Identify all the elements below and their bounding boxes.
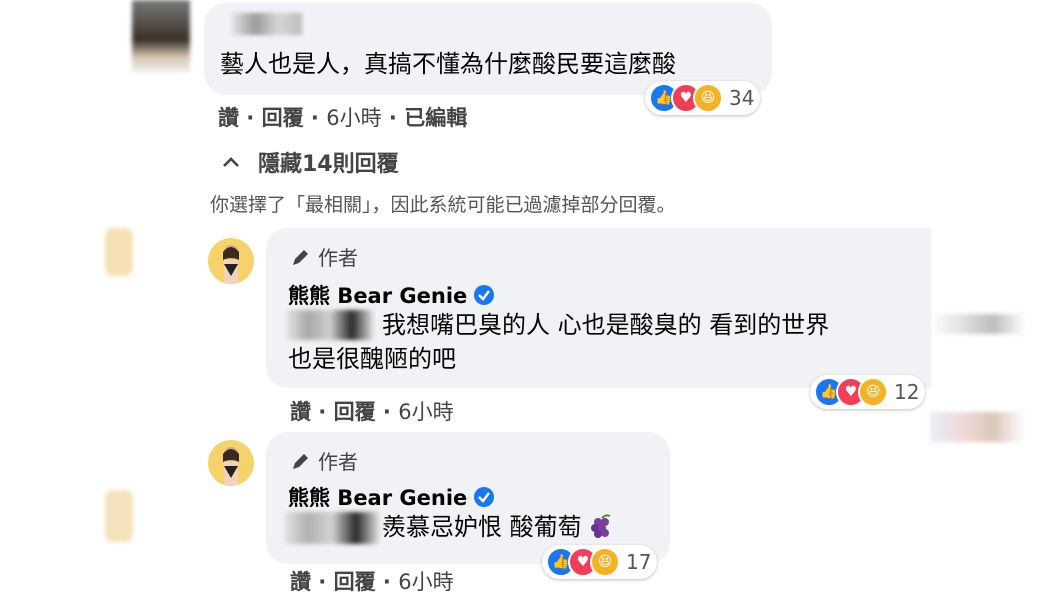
author-tag-label: 作者 <box>318 246 358 270</box>
author-name-row: 熊熊 Bear Genie <box>288 280 495 310</box>
comment-actions: 讚 · 回覆 · 6小時 · 已編輯 <box>218 106 468 130</box>
verified-badge-icon <box>474 487 495 507</box>
timestamp[interactable]: 6小時 <box>326 106 381 130</box>
filter-notice: 你選擇了「最相關」，因此系統可能已過濾掉部分回覆。 <box>210 194 676 216</box>
reply-text: 羨慕忌妒恨 酸葡萄 <box>382 510 616 544</box>
avatar-figure <box>223 447 239 486</box>
commenter-avatar[interactable] <box>132 0 190 72</box>
mentioned-user-pixelated <box>286 310 374 340</box>
reply-link[interactable]: 回覆 <box>334 570 376 594</box>
verified-badge-icon <box>474 285 495 305</box>
reply-reactions[interactable]: 👍 ♥ 😆 12 <box>810 375 926 409</box>
reply-bubble: 作者 熊熊 Bear Genie 我想嘴巴臭的人 心也是酸臭的 看到的世界 也是… <box>266 228 931 388</box>
reply-link[interactable]: 回覆 <box>334 400 376 424</box>
reaction-count: 17 <box>626 550 652 574</box>
author-tag-label: 作者 <box>318 450 358 474</box>
pencil-icon <box>293 249 308 265</box>
author-tag: 作者 <box>290 242 358 271</box>
reply-reactions[interactable]: 👍 ♥ 😆 17 <box>542 545 658 579</box>
background-blur <box>105 490 133 542</box>
hide-replies-toggle[interactable]: 隱藏14則回覆 <box>222 146 399 178</box>
hide-replies-label: 隱藏14則回覆 <box>258 152 399 177</box>
like-link[interactable]: 讚 <box>290 570 311 594</box>
chevron-up-icon <box>223 157 239 167</box>
reaction-count: 12 <box>894 380 920 404</box>
edited-label: 已編輯 <box>404 106 468 130</box>
haha-reaction-icon: 😆 <box>693 83 723 113</box>
author-tag: 作者 <box>290 446 358 475</box>
comment-reactions[interactable]: 👍 ♥ 😆 34 <box>645 81 761 115</box>
reply-actions: 讚 · 回覆 · 6小時 <box>290 400 454 424</box>
haha-reaction-icon: 😆 <box>590 547 620 577</box>
commenter-name-pixelated <box>232 13 302 35</box>
reply-text-content: 羨慕忌妒恨 酸葡萄 <box>382 513 582 541</box>
author-avatar[interactable] <box>208 238 254 284</box>
like-link[interactable]: 讚 <box>218 106 239 130</box>
reaction-count: 34 <box>729 86 755 110</box>
reply-link[interactable]: 回覆 <box>262 106 304 130</box>
timestamp[interactable]: 6小時 <box>398 400 453 424</box>
author-avatar[interactable] <box>208 440 254 486</box>
avatar-figure <box>223 245 239 284</box>
haha-reaction-icon: 😆 <box>858 377 888 407</box>
background-blur <box>930 314 1025 334</box>
grape-emoji-icon <box>590 514 611 538</box>
reply-actions: 讚 · 回覆 · 6小時 <box>290 570 454 594</box>
pencil-icon <box>293 453 308 469</box>
author-name[interactable]: 熊熊 Bear Genie <box>288 482 467 512</box>
mentioned-user-pixelated <box>284 512 380 544</box>
author-name-row: 熊熊 Bear Genie <box>288 482 495 512</box>
reply-text-line2: 也是很醜陋的吧 <box>288 345 456 373</box>
author-name[interactable]: 熊熊 Bear Genie <box>288 280 467 310</box>
background-blur <box>105 228 133 276</box>
timestamp[interactable]: 6小時 <box>398 570 453 594</box>
reply-text-line1: 我想嘴巴臭的人 心也是酸臭的 看到的世界 <box>382 311 830 339</box>
comment-text: 藝人也是人，真搞不懂為什麼酸民要這麼酸 <box>220 50 676 78</box>
background-blur <box>930 412 1025 442</box>
like-link[interactable]: 讚 <box>290 400 311 424</box>
